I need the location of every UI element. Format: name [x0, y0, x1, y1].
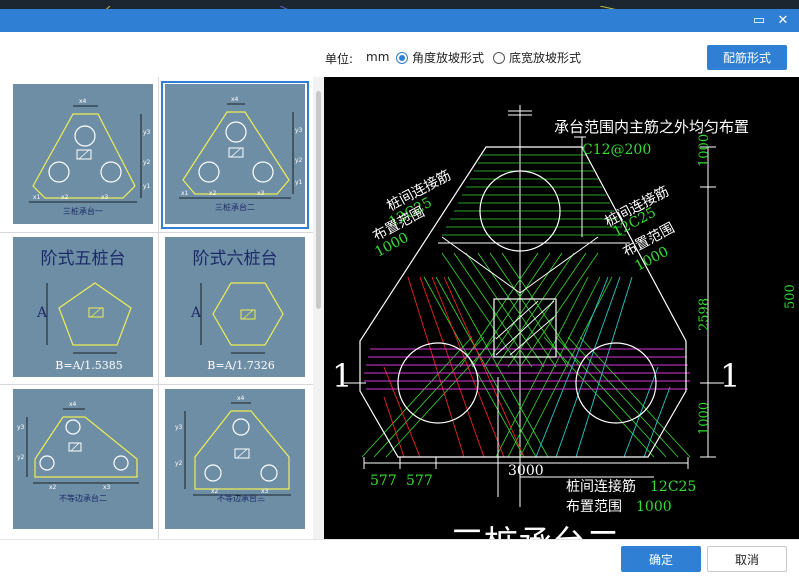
three-pile-cap-rebar-drawing: 承台范围内主筋之外均匀布置 C12@200 桩间连接筋 12C25 布置范围 1… [332, 105, 798, 539]
svg-text:x4: x4 [69, 401, 77, 408]
section-mark-left: 1 [332, 357, 352, 395]
close-icon: ✕ [777, 13, 789, 28]
gallery-item-stepped-six-pile[interactable]: 阶式六桩台 A B=A/1.7326 [165, 237, 305, 377]
preview-bottom-label-1: 桩间连接筋 [566, 478, 636, 495]
preview-top-rebar: C12@200 [582, 142, 651, 158]
gallery-item-three-pile-cap-1[interactable]: x4 y3 y2 y1 x1 x2 x3 三桩承台一 [13, 84, 153, 224]
maximize-icon: ▭ [752, 13, 766, 28]
side-label: A [190, 305, 202, 321]
stepped-six-pile-diagram: 阶式六桩台 A B=A/1.7326 [190, 249, 284, 372]
gallery-caption: 不等边承台三 [217, 493, 265, 503]
svg-text:y1: y1 [143, 183, 151, 190]
gallery-caption: 不等边承台二 [59, 493, 107, 503]
preview-bottom-label-2: 12C25 [650, 479, 696, 495]
gallery-caption: 三桩承台二 [215, 202, 255, 212]
svg-text:y2: y2 [175, 460, 183, 467]
unit-label: 单位: [325, 52, 354, 66]
preview-dim-bottom-left-2: 577 [406, 473, 433, 489]
gallery-formula: B=A/1.7326 [207, 359, 274, 372]
background-cad-strip [0, 0, 799, 9]
gallery-item-unequal-cap-3[interactable]: x4 y3 y2 x2 x3 不等边承台三 [165, 389, 305, 529]
svg-text:x4: x4 [231, 96, 239, 103]
gallery-item-three-pile-cap-2[interactable]: x4 y3 y2 y1 x1 x2 x3 三桩承台二 [165, 84, 305, 224]
ok-button[interactable]: 确定 [621, 546, 701, 572]
radio-angle-slope[interactable]: 角度放坡形式 [396, 49, 484, 66]
svg-text:x2: x2 [49, 484, 57, 491]
preview-bottom-label-4: 1000 [636, 499, 672, 515]
three-pile-cap-1-diagram: x4 y3 y2 y1 x1 x2 x3 三桩承台一 [29, 98, 151, 216]
gallery-scrollbar[interactable] [313, 77, 324, 539]
preview-edge-dim: 500 [783, 284, 798, 309]
radio-angle-slope-label: 角度放坡形式 [412, 51, 485, 65]
svg-text:y3: y3 [175, 424, 183, 431]
svg-text:x3: x3 [101, 194, 109, 201]
gallery-caption: 三桩承台一 [63, 206, 103, 216]
rebar-config-button[interactable]: 配筋形式 [707, 45, 787, 70]
gallery-formula: B=A/1.5385 [55, 359, 122, 372]
cap-type-gallery: x4 y3 y2 y1 x1 x2 x3 三桩承台一 x4 y3 y2 y1 x… [0, 77, 313, 539]
gallery-scrollbar-thumb[interactable] [316, 91, 321, 309]
cancel-button[interactable]: 取消 [707, 546, 787, 572]
preview-dim-right-3: 1000 [697, 402, 712, 435]
svg-text:y2: y2 [143, 159, 151, 166]
radio-selected-icon [396, 51, 408, 64]
grid-divider [0, 384, 313, 385]
gallery-title: 阶式五桩台 [41, 249, 126, 269]
svg-text:y3: y3 [143, 129, 151, 136]
preview-dim-right-1: 1000 [697, 134, 712, 167]
svg-text:x2: x2 [61, 194, 69, 201]
maximize-button[interactable]: ▭ [748, 9, 770, 32]
grid-divider [158, 77, 159, 539]
svg-text:y3: y3 [17, 424, 25, 431]
close-button[interactable]: ✕ [772, 9, 794, 32]
preview-dim-right-2: 2598 [697, 298, 712, 331]
svg-text:y2: y2 [17, 454, 25, 461]
three-pile-cap-2-diagram: x4 y3 y2 y1 x1 x2 x3 三桩承台二 [179, 96, 303, 212]
svg-text:x1: x1 [33, 194, 41, 201]
side-label: A [36, 305, 48, 321]
svg-text:y2: y2 [295, 157, 303, 164]
unequal-cap-3-diagram: x4 y3 y2 x2 x3 不等边承台三 [175, 395, 291, 503]
rebar-preview-canvas: 承台范围内主筋之外均匀布置 C12@200 桩间连接筋 12C25 布置范围 1… [324, 77, 799, 539]
svg-text:x3: x3 [257, 190, 265, 197]
gallery-title: 阶式六桩台 [193, 249, 278, 269]
unit-value: mm [366, 50, 390, 64]
stepped-five-pile-diagram: 阶式五桩台 A B=A/1.5385 [36, 249, 132, 372]
radio-bottom-width-slope-label: 底宽放坡形式 [509, 51, 582, 65]
radio-unselected-icon [493, 51, 505, 64]
svg-text:x4: x4 [79, 98, 87, 105]
svg-text:x3: x3 [103, 484, 111, 491]
svg-text:x2: x2 [209, 190, 217, 197]
toolbar: 单位: mm 角度放坡形式 底宽放坡形式 配筋形式 [0, 32, 799, 77]
section-mark-right: 1 [720, 357, 740, 395]
svg-text:x4: x4 [237, 395, 245, 402]
svg-text:x1: x1 [181, 190, 189, 197]
radio-bottom-width-slope[interactable]: 底宽放坡形式 [493, 49, 581, 66]
gallery-item-stepped-five-pile[interactable]: 阶式五桩台 A B=A/1.5385 [13, 237, 153, 377]
gallery-item-unequal-cap-2[interactable]: x4 y3 y2 x2 x3 不等边承台二 [13, 389, 153, 529]
preview-top-note: 承台范围内主筋之外均匀布置 [554, 118, 749, 136]
svg-text:y3: y3 [295, 127, 303, 134]
preview-dim-bottom-left-1: 577 [370, 473, 397, 489]
grid-divider [0, 232, 313, 233]
dialog-footer: 确定 取消 [0, 539, 799, 584]
svg-text:y1: y1 [295, 179, 303, 186]
preview-bottom-label-3: 布置范围 [566, 498, 622, 515]
preview-dim-bottom-total: 3000 [508, 463, 544, 479]
unequal-cap-2-diagram: x4 y3 y2 x2 x3 不等边承台二 [17, 401, 139, 503]
preview-big-title: 三桩承台二 [450, 524, 620, 539]
dialog-title-bar: ▭ ✕ [0, 9, 799, 32]
